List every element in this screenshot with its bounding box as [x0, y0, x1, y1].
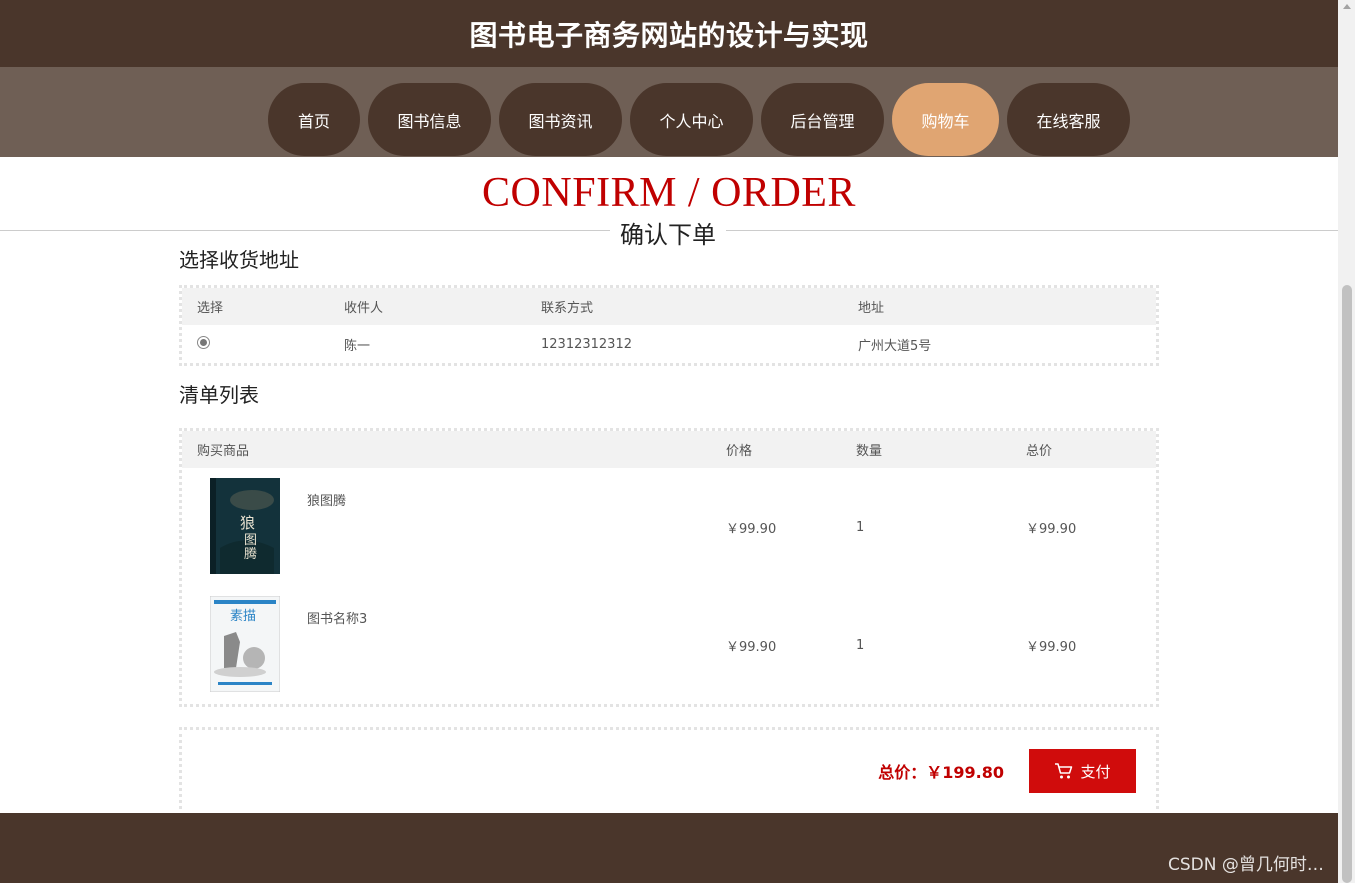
product-name[interactable]: 图书名称3 — [307, 608, 367, 627]
recipient-address: 广州大道5号 — [858, 338, 932, 354]
total-value: ￥199.80 — [926, 763, 1004, 782]
product-total: ￥99.90 — [1026, 639, 1077, 655]
confirm-heading: CONFIRM / ORDER 确认下单 — [0, 157, 1338, 250]
order-row: 狼 图 腾 狼图腾 ￥99.90 1 ￥99.90 — [182, 468, 1156, 586]
confirm-title-en: CONFIRM / ORDER — [482, 170, 856, 216]
nav-item-service[interactable]: 在线客服 — [1007, 83, 1130, 156]
product-total: ￥99.90 — [1026, 521, 1077, 537]
order-summary: 总价：￥199.80 支付 — [179, 727, 1159, 816]
col-product: 购买商品 — [197, 444, 250, 459]
address-header-row: 选择 收件人 联系方式 地址 — [182, 288, 1156, 325]
page: 图书电子商务网站的设计与实现 首页 图书信息 图书资讯 个人中心 后台管理 购物… — [0, 0, 1338, 883]
product-qty: 1 — [856, 519, 865, 535]
address-table: 选择 收件人 联系方式 地址 陈一 12312312312 广州大道5号 — [182, 288, 1156, 363]
watermark: CSDN @曾几何时… — [1168, 855, 1324, 875]
col-contact: 联系方式 — [541, 301, 594, 316]
cart-icon — [1055, 763, 1073, 779]
col-qty: 数量 — [856, 444, 883, 459]
svg-text:素描: 素描 — [230, 608, 256, 623]
col-price: 价格 — [726, 444, 753, 459]
site-title: 图书电子商务网站的设计与实现 — [469, 18, 869, 52]
product-qty: 1 — [856, 637, 865, 653]
book-cover-image[interactable]: 素描 — [210, 596, 280, 692]
col-address: 地址 — [858, 301, 885, 316]
product-price: ￥99.90 — [726, 521, 777, 537]
address-table-box: 选择 收件人 联系方式 地址 陈一 12312312312 广州大道5号 — [179, 285, 1159, 366]
order-total: 总价：￥199.80 — [878, 759, 1004, 783]
book-cover-image[interactable]: 狼 图 腾 — [210, 478, 280, 574]
address-row[interactable]: 陈一 12312312312 广州大道5号 — [182, 325, 1156, 363]
nav-item-cart[interactable]: 购物车 — [892, 83, 999, 156]
address-radio[interactable] — [197, 335, 210, 349]
nav-item-book-info[interactable]: 图书信息 — [368, 83, 491, 156]
col-select: 选择 — [197, 301, 224, 316]
col-recipient: 收件人 — [344, 301, 384, 316]
order-table-box: 购买商品 价格 数量 总价 狼 图 腾 狼图腾 ￥99.90 1 ￥99.90 … — [179, 428, 1159, 707]
recipient-name: 陈一 — [344, 338, 371, 354]
site-header: 图书电子商务网站的设计与实现 — [0, 0, 1338, 67]
main-nav: 首页 图书信息 图书资讯 个人中心 后台管理 购物车 在线客服 — [0, 67, 1338, 157]
nav-item-book-news[interactable]: 图书资讯 — [499, 83, 622, 156]
scroll-up-arrow-icon[interactable] — [1343, 4, 1351, 9]
product-price: ￥99.90 — [726, 639, 777, 655]
product-name[interactable]: 狼图腾 — [307, 490, 346, 509]
order-content: 选择收货地址 选择 收件人 联系方式 地址 陈一 12312312312 广州大… — [179, 245, 1159, 816]
scrollbar[interactable] — [1338, 0, 1355, 883]
col-total: 总价 — [1026, 444, 1053, 459]
site-footer — [0, 813, 1338, 883]
svg-text:狼: 狼 — [240, 515, 255, 532]
total-label: 总价： — [878, 763, 927, 782]
address-section-title: 选择收货地址 — [179, 248, 299, 272]
svg-text:腾: 腾 — [244, 546, 257, 561]
list-section-title: 清单列表 — [179, 383, 259, 407]
order-table: 购买商品 价格 数量 总价 狼 图 腾 狼图腾 ￥99.90 1 ￥99.90 … — [182, 431, 1156, 704]
nav-item-admin[interactable]: 后台管理 — [761, 83, 884, 156]
recipient-phone: 12312312312 — [541, 336, 632, 352]
nav-item-home[interactable]: 首页 — [268, 83, 360, 156]
order-header-row: 购买商品 价格 数量 总价 — [182, 431, 1156, 468]
order-row: 素描 图书名称3 ￥99.90 1 ￥99.90 — [182, 586, 1156, 704]
nav-item-profile[interactable]: 个人中心 — [630, 83, 753, 156]
scrollbar-thumb[interactable] — [1342, 285, 1352, 883]
pay-button[interactable]: 支付 — [1029, 749, 1136, 793]
pay-label: 支付 — [1080, 762, 1111, 781]
svg-text:图: 图 — [244, 532, 257, 547]
